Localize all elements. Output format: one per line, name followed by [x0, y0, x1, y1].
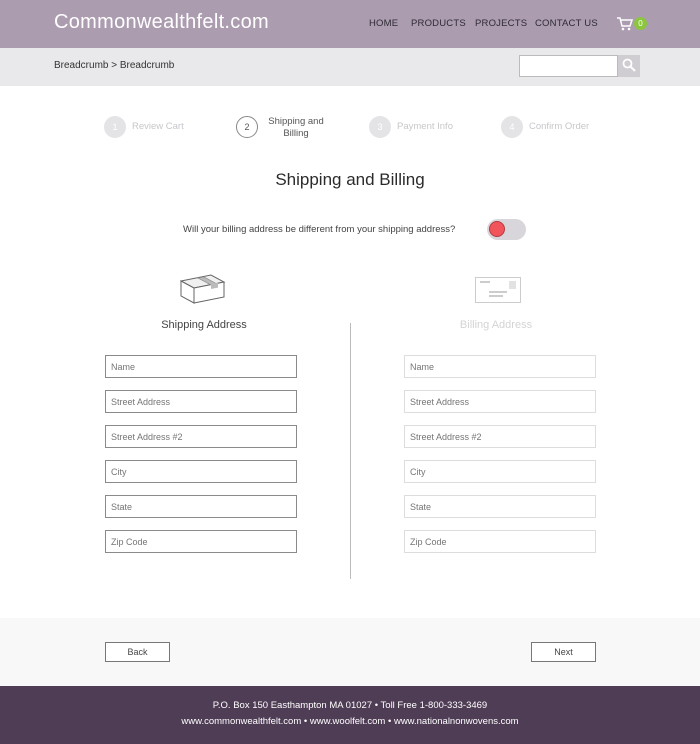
footer-contact: P.O. Box 150 Easthampton MA 01027 • Toll… — [212, 700, 488, 711]
search-button[interactable] — [618, 55, 640, 77]
search-icon — [622, 58, 636, 72]
billing-different-question: Will your billing address be different f… — [183, 224, 456, 235]
back-button[interactable]: Back — [105, 642, 170, 662]
step-label: Shipping and Billing — [268, 116, 324, 139]
shipping-zip-field[interactable] — [105, 530, 297, 553]
billing-name-field[interactable] — [404, 355, 596, 378]
action-bar: Back Next — [0, 618, 700, 686]
nav-projects[interactable]: PROJECTS — [475, 18, 527, 29]
breadcrumb[interactable]: Breadcrumb > Breadcrumb — [54, 60, 174, 71]
billing-street2-field[interactable] — [404, 425, 596, 448]
step-number: 3 — [369, 116, 391, 138]
page-title: Shipping and Billing — [275, 170, 425, 189]
step-label: Confirm Order — [529, 121, 590, 132]
shipping-city-field[interactable] — [105, 460, 297, 483]
step-number: 4 — [501, 116, 523, 138]
column-divider — [350, 323, 351, 579]
footer-links[interactable]: www.commonwealthfelt.com • www.woolfelt.… — [0, 716, 700, 727]
billing-street-field[interactable] — [404, 390, 596, 413]
site-logo[interactable]: Commonwealthfelt.com — [54, 11, 269, 34]
nav-contact-us[interactable]: CONTACT US — [535, 18, 598, 29]
shipping-state-field[interactable] — [105, 495, 297, 518]
step-label: Review Cart — [132, 121, 184, 132]
shipping-name-field[interactable] — [105, 355, 297, 378]
step-number: 2 — [236, 116, 258, 138]
cart-icon — [617, 17, 633, 31]
billing-different-toggle[interactable] — [487, 219, 526, 240]
cart-count-badge: 0 — [634, 17, 647, 30]
billing-city-field[interactable] — [404, 460, 596, 483]
breadcrumb-bar: Breadcrumb > Breadcrumb — [0, 48, 700, 86]
site-footer: P.O. Box 150 Easthampton MA 01027 • Toll… — [0, 686, 700, 744]
billing-zip-field[interactable] — [404, 530, 596, 553]
step-number: 1 — [104, 116, 126, 138]
step-label: Payment Info — [397, 121, 453, 132]
site-header: Commonwealthfelt.com HOME PRODUCTS PROJE… — [0, 0, 700, 48]
shipping-street2-field[interactable] — [105, 425, 297, 448]
shipping-address-title: Shipping Address — [161, 319, 247, 331]
billing-state-field[interactable] — [404, 495, 596, 518]
envelope-icon — [475, 277, 521, 303]
next-button[interactable]: Next — [531, 642, 596, 662]
cart-button[interactable]: 0 — [617, 15, 649, 33]
package-icon — [180, 274, 226, 304]
shipping-street-field[interactable] — [105, 390, 297, 413]
billing-address-title: Billing Address — [459, 319, 533, 331]
nav-products[interactable]: PRODUCTS — [411, 18, 466, 29]
nav-home[interactable]: HOME — [369, 18, 398, 29]
toggle-knob — [489, 221, 505, 237]
search-input[interactable] — [519, 55, 618, 77]
